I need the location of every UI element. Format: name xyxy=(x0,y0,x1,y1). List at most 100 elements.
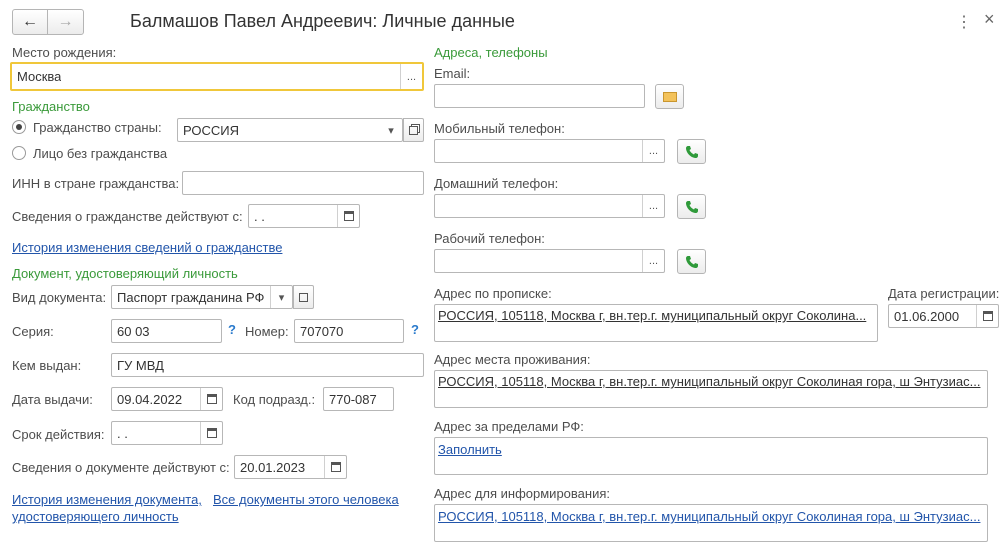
issued-by-label: Кем выдан: xyxy=(12,358,82,373)
envelope-icon xyxy=(662,91,677,102)
issue-date-input[interactable]: 09.04.2022 xyxy=(111,387,223,411)
calendar-icon xyxy=(206,394,217,404)
chevron-down-icon: ▾ xyxy=(278,291,285,304)
issued-by-input[interactable]: ГУ МВД xyxy=(111,353,424,377)
citizenship-country-label: Гражданство страны: xyxy=(33,120,162,135)
ellipsis-icon: ... xyxy=(406,70,417,83)
open-form-icon xyxy=(299,292,308,302)
abroad-address-fill-link[interactable]: Заполнить xyxy=(438,442,502,457)
document-valid-label: Сведения о документе действуют с: xyxy=(12,460,230,475)
document-valid-date-input[interactable]: 20.01.2023 xyxy=(234,455,347,479)
document-history-link-line1[interactable]: История изменения документа, xyxy=(12,492,202,508)
document-type-label: Вид документа: xyxy=(12,290,107,305)
birth-place-select-button[interactable]: ... xyxy=(400,64,422,89)
close-icon[interactable]: × xyxy=(984,9,995,30)
work-phone-label: Рабочий телефон: xyxy=(434,231,545,246)
citizenship-country-value: РОССИЯ xyxy=(183,123,240,138)
citizenship-country-radio[interactable] xyxy=(12,120,26,134)
calendar-button[interactable] xyxy=(200,388,222,410)
all-documents-link[interactable]: Все документы этого человека xyxy=(213,492,399,508)
ellipsis-icon: ... xyxy=(648,200,659,212)
residence-address-field[interactable]: РОССИЯ, 105118, Москва г, вн.тер.г. муни… xyxy=(434,370,988,408)
forward-button[interactable]: → xyxy=(47,9,84,35)
series-input[interactable]: 60 03 xyxy=(111,319,222,343)
calendar-button[interactable] xyxy=(337,205,359,227)
dept-code-input[interactable]: 770-087 xyxy=(323,387,394,411)
home-phone-label: Домашний телефон: xyxy=(434,176,559,191)
expiry-date-input[interactable]: . . xyxy=(111,421,223,445)
residence-address-value[interactable]: РОССИЯ, 105118, Москва г, вн.тер.г. муни… xyxy=(438,374,984,389)
issue-date-label: Дата выдачи: xyxy=(12,392,93,407)
page-title: Балмашов Павел Андреевич: Личные данные xyxy=(130,11,515,31)
call-home-button[interactable] xyxy=(677,194,706,219)
document-type-dropdown[interactable]: ▾ xyxy=(270,286,292,308)
work-phone-select-button[interactable]: ... xyxy=(642,250,664,272)
email-input[interactable] xyxy=(434,84,645,108)
abroad-address-label: Адрес за пределами РФ: xyxy=(434,419,584,434)
citizenship-country-select[interactable]: РОССИЯ ▾ xyxy=(177,118,403,142)
abroad-address-field[interactable]: Заполнить xyxy=(434,437,988,475)
calendar-button[interactable] xyxy=(324,456,346,478)
stateless-radio[interactable] xyxy=(12,146,26,160)
series-label: Серия: xyxy=(12,324,54,339)
inn-input[interactable] xyxy=(182,171,424,195)
home-phone-input[interactable]: ... xyxy=(434,194,665,218)
citizenship-valid-date-input[interactable]: . . xyxy=(248,204,360,228)
registration-address-value[interactable]: РОССИЯ, 105118, Москва г, вн.тер.г. муни… xyxy=(438,308,874,323)
residence-address-label: Адрес места проживания: xyxy=(434,352,591,367)
arrow-left-icon: ← xyxy=(22,13,38,30)
citizenship-country-open-button[interactable] xyxy=(403,118,424,142)
chevron-down-icon: ▾ xyxy=(388,124,394,137)
document-header: Документ, удостоверяющий личность xyxy=(12,266,238,281)
calendar-button[interactable] xyxy=(976,305,998,327)
arrow-right-icon: → xyxy=(57,13,74,30)
phone-icon xyxy=(685,255,698,268)
calendar-icon xyxy=(343,211,354,221)
number-input[interactable]: 707070 xyxy=(294,319,404,343)
registration-address-field[interactable]: РОССИЯ, 105118, Москва г, вн.тер.г. муни… xyxy=(434,304,878,342)
ellipsis-icon: ... xyxy=(648,145,659,157)
email-label: Email: xyxy=(434,66,471,81)
citizenship-valid-label: Сведения о гражданстве действуют с: xyxy=(12,209,243,224)
dept-code-label: Код подразд.: xyxy=(233,392,316,407)
calendar-icon xyxy=(330,462,341,472)
registration-date-label: Дата регистрации: xyxy=(888,286,1000,301)
document-type-value: Паспорт гражданина РФ xyxy=(117,290,265,305)
call-work-button[interactable] xyxy=(677,249,706,274)
info-address-field[interactable]: РОССИЯ, 105118, Москва г, вн.тер.г. муни… xyxy=(434,504,988,542)
calendar-icon xyxy=(982,311,993,321)
work-phone-input[interactable]: ... xyxy=(434,249,665,273)
document-type-open-button[interactable] xyxy=(293,285,314,309)
birth-place-input[interactable]: Москва ... xyxy=(10,62,424,91)
birth-place-value: Москва xyxy=(17,69,62,84)
ellipsis-icon: ... xyxy=(648,255,659,267)
stateless-label: Лицо без гражданства xyxy=(33,146,168,161)
registration-date-input[interactable]: 01.06.2000 xyxy=(888,304,999,328)
info-address-value[interactable]: РОССИЯ, 105118, Москва г, вн.тер.г. муни… xyxy=(438,509,984,524)
home-phone-select-button[interactable]: ... xyxy=(642,195,664,217)
mobile-phone-label: Мобильный телефон: xyxy=(434,121,565,136)
mobile-phone-select-button[interactable]: ... xyxy=(642,140,664,162)
citizenship-country-dropdown[interactable]: ▾ xyxy=(380,119,402,141)
call-mobile-button[interactable] xyxy=(677,139,706,164)
phone-icon xyxy=(685,145,698,158)
registration-address-label: Адрес по прописке: xyxy=(434,286,552,301)
info-address-label: Адрес для информирования: xyxy=(434,486,610,501)
number-help-icon[interactable]: ? xyxy=(411,322,419,337)
document-type-select[interactable]: Паспорт гражданина РФ ▾ xyxy=(111,285,293,309)
open-form-icon xyxy=(409,125,418,135)
calendar-icon xyxy=(206,428,217,438)
mobile-phone-input[interactable]: ... xyxy=(434,139,665,163)
document-history-link-line2[interactable]: удостоверяющего личность xyxy=(12,509,179,525)
back-button[interactable]: ← xyxy=(12,9,48,35)
inn-label: ИНН в стране гражданства: xyxy=(12,176,180,191)
citizenship-history-link[interactable]: История изменения сведений о гражданстве xyxy=(12,240,282,256)
citizenship-header: Гражданство xyxy=(12,99,90,114)
calendar-button[interactable] xyxy=(200,422,222,444)
more-menu-icon[interactable]: ⋮ xyxy=(956,12,972,32)
contacts-header: Адреса, телефоны xyxy=(434,45,548,60)
expiry-label: Срок действия: xyxy=(12,427,105,442)
send-email-button[interactable] xyxy=(655,84,684,109)
series-help-icon[interactable]: ? xyxy=(228,322,236,337)
birth-place-label: Место рождения: xyxy=(12,45,117,60)
